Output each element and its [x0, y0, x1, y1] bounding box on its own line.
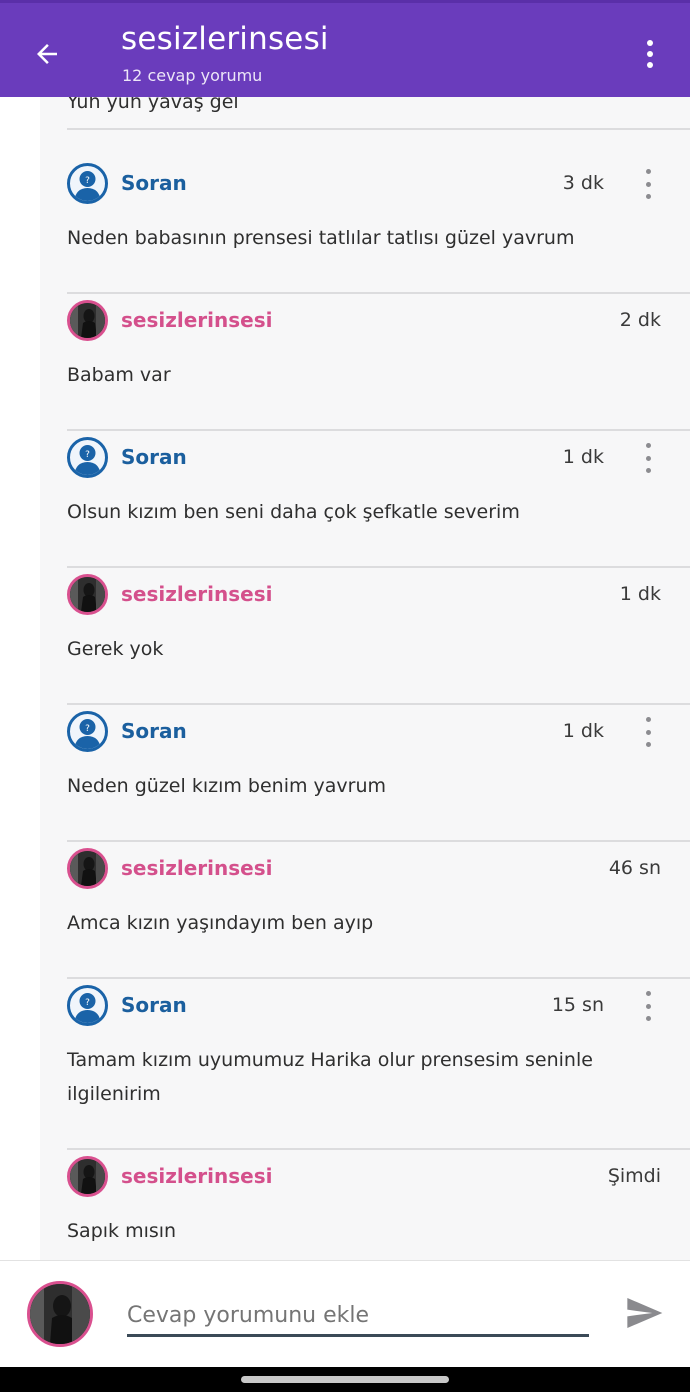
comment-author[interactable]: Soran [121, 445, 187, 469]
comment-options-button[interactable] [642, 443, 654, 473]
comment-item: ? Soran 1 dk Neden güzel kızım benim yavrum [40, 705, 690, 842]
partial-comment-text: Yuh yuh yavaş gel [67, 97, 239, 113]
comment-options-button[interactable] [642, 169, 654, 199]
avatar[interactable] [67, 574, 108, 615]
anonymous-avatar[interactable]: ? [67, 437, 108, 478]
avatar [27, 1281, 93, 1347]
anonymous-avatar[interactable]: ? [67, 163, 108, 204]
system-nav-bar [0, 1367, 690, 1392]
comment-item: ? Soran 1 dk Olsun kızım ben seni daha çok … [40, 431, 690, 568]
anonymous-avatar[interactable]: ? [67, 985, 108, 1026]
comment-author[interactable]: sesizlerinsesi [121, 582, 272, 606]
arrow-left-icon [37, 44, 57, 64]
anonymous-user-icon: ? [74, 445, 101, 475]
more-vertical-icon [647, 40, 653, 46]
more-vertical-icon [645, 443, 651, 448]
comment-author[interactable]: Soran [121, 171, 187, 195]
comment-text: Olsun kızım ben seni daha çok şefkatle s… [67, 501, 520, 523]
app-bar: sesizlerinsesi 12 cevap yorumu [0, 0, 690, 97]
divider [67, 128, 690, 130]
comment-timestamp: 1 dk [619, 583, 661, 605]
comment-item: sesizlerinsesi 1 dk Gerek yok [40, 568, 690, 705]
comment-author[interactable]: Soran [121, 993, 187, 1017]
reply-count: 12 cevap yorumu [122, 66, 263, 85]
comment-timestamp: 15 sn [551, 994, 604, 1016]
comment-author[interactable]: Soran [121, 719, 187, 743]
comment-text: Neden güzel kızım benim yavrum [67, 775, 387, 797]
comment-item: sesizlerinsesi Şimdi Sapık mısın [40, 1150, 690, 1260]
more-vertical-icon [645, 991, 651, 996]
comment-text: Tamam kızım uyumumuz Harika olur prenses… [67, 1049, 593, 1105]
reply-thread[interactable]: Yuh yuh yavaş gel ? Soran 3 dk Neden babası… [40, 97, 690, 1260]
more-vertical-icon [645, 717, 651, 722]
back-button[interactable] [24, 31, 70, 77]
comment-timestamp: 1 dk [562, 720, 604, 742]
comment-text: Gerek yok [67, 638, 164, 660]
anonymous-user-icon: ? [74, 719, 101, 749]
comment-timestamp: 2 dk [619, 309, 661, 331]
avatar[interactable] [67, 300, 108, 341]
comment-text: Neden babasının prensesi tatlılar tatlıs… [67, 227, 575, 249]
svg-text:?: ? [85, 998, 90, 1008]
reply-composer [0, 1260, 690, 1367]
anonymous-user-icon: ? [74, 993, 101, 1023]
reply-input[interactable] [127, 1297, 589, 1337]
comment-options-button[interactable] [642, 717, 654, 747]
anonymous-user-icon: ? [74, 171, 101, 201]
comment-text: Sapık mısın [67, 1220, 177, 1242]
send-icon [627, 1298, 663, 1328]
comment-item: sesizlerinsesi 2 dk Babam var [40, 294, 690, 431]
avatar[interactable] [67, 1156, 108, 1197]
svg-text:?: ? [85, 450, 90, 460]
comment-item: ? Soran 15 sn Tamam kızım uyumumuz Harika o… [40, 979, 690, 1150]
send-button[interactable] [620, 1289, 668, 1337]
comment-options-button[interactable] [642, 991, 654, 1021]
overflow-menu-button[interactable] [630, 31, 670, 77]
anonymous-avatar[interactable]: ? [67, 711, 108, 752]
svg-text:?: ? [85, 176, 90, 186]
comment-timestamp: Şimdi [607, 1165, 661, 1187]
comment-text: Babam var [67, 364, 171, 386]
comment-item: ? Soran 3 dk Neden babasının prensesi tatlı… [40, 157, 690, 294]
comment-text: Amca kızın yaşındayım ben ayıp [67, 912, 374, 934]
comment-timestamp: 46 sn [608, 857, 661, 879]
comment-author[interactable]: sesizlerinsesi [121, 856, 272, 880]
more-vertical-icon [645, 169, 651, 174]
page-title: sesizlerinsesi [121, 21, 329, 57]
svg-text:?: ? [85, 724, 90, 734]
comment-item: sesizlerinsesi 46 sn Amca kızın yaşındayım… [40, 842, 690, 979]
avatar[interactable] [67, 848, 108, 889]
home-handle[interactable] [241, 1376, 449, 1383]
comment-author[interactable]: sesizlerinsesi [121, 308, 272, 332]
comment-timestamp: 1 dk [562, 446, 604, 468]
comment-timestamp: 3 dk [562, 172, 604, 194]
comment-author[interactable]: sesizlerinsesi [121, 1164, 272, 1188]
